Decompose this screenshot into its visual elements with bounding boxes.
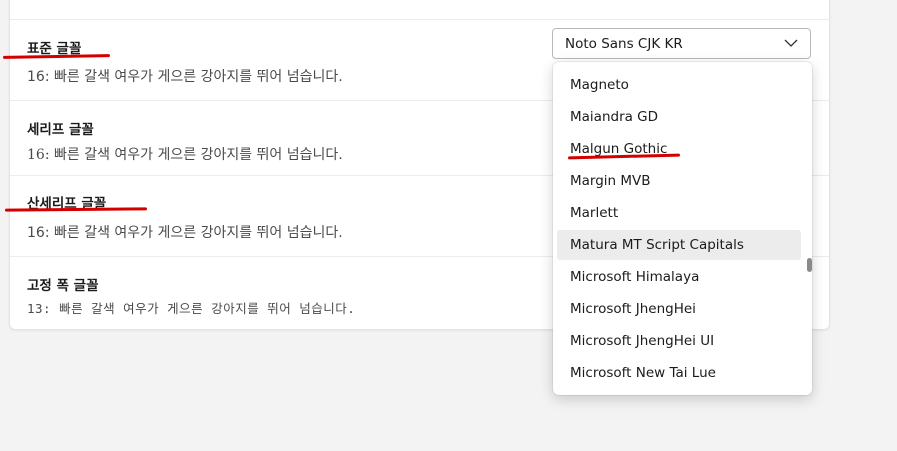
monospace-font-sample: 13: 빠른 갈색 여우가 게으른 강아지를 뛰어 넘습니다. [27, 301, 356, 316]
serif-font-label: 세리프 글꼴 [27, 122, 94, 138]
font-option[interactable]: Marlett [557, 198, 801, 228]
font-option[interactable]: Malgun Gothic [557, 134, 801, 164]
standard-font-sample: 16: 빠른 갈색 여우가 게으른 강아지를 뛰어 넘습니다. [27, 69, 343, 85]
divider [10, 19, 829, 20]
serif-font-sample: 16: 빠른 갈색 여우가 게으른 강아지를 뛰어 넘습니다. [27, 147, 343, 163]
font-option-hovered[interactable]: Matura MT Script Capitals [557, 230, 801, 260]
monospace-font-label: 고정 폭 글꼴 [27, 278, 99, 294]
dropdown-scrollbar-thumb[interactable] [807, 258, 812, 272]
font-dropdown-list[interactable]: Magneto Maiandra GD Malgun Gothic Margin… [553, 62, 812, 395]
font-option[interactable]: Maiandra GD [557, 102, 801, 132]
standard-font-select[interactable]: Noto Sans CJK KR [552, 28, 811, 59]
font-option[interactable]: Microsoft Himalaya [557, 262, 801, 292]
font-option[interactable]: Microsoft New Tai Lue [557, 358, 801, 388]
font-option[interactable]: Microsoft JhengHei UI [557, 326, 801, 356]
sans-serif-font-sample: 16: 빠른 갈색 여우가 게으른 강아지를 뛰어 넘습니다. [27, 225, 343, 241]
standard-font-select-value: Noto Sans CJK KR [565, 36, 683, 52]
font-option[interactable]: Magneto [557, 70, 801, 100]
font-option[interactable]: Margin MVB [557, 166, 801, 196]
chevron-down-icon [784, 39, 798, 47]
font-option[interactable]: Microsoft JhengHei [557, 294, 801, 324]
